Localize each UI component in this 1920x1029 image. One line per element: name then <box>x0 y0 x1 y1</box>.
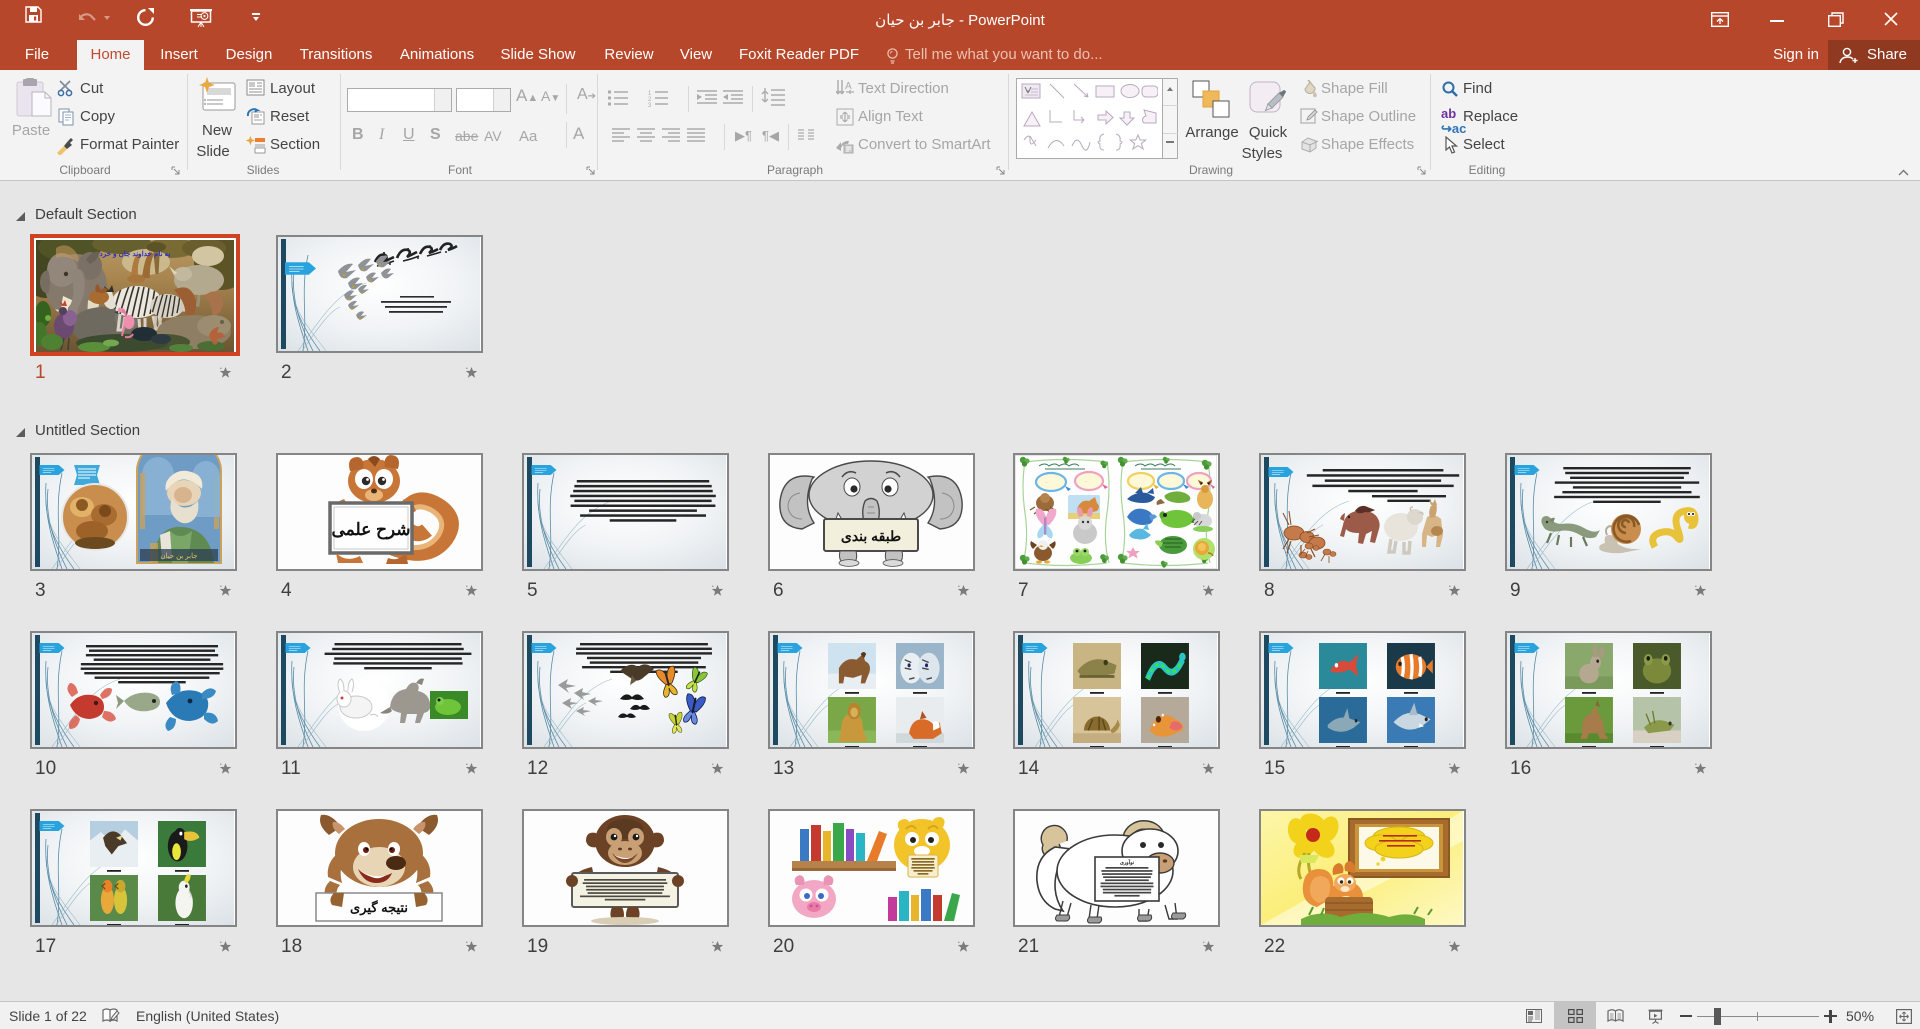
svg-text:A: A <box>845 81 852 92</box>
svg-text:...: ... <box>1085 479 1088 483</box>
svg-text:شرح علمی: شرح علمی <box>331 520 410 540</box>
svg-text:نتیجه گیری: نتیجه گیری <box>350 899 408 916</box>
svg-text:نوآوری: نوآوری <box>1120 859 1135 866</box>
svg-text:3: 3 <box>648 103 652 108</box>
svg-text:به نام خداوند جان و خرد: به نام خداوند جان و خرد <box>100 249 171 258</box>
svg-text:طبقه بندی: طبقه بندی <box>841 528 901 544</box>
svg-text:جابر بن حیان: جابر بن حیان <box>160 552 197 560</box>
svg-text:...: ... <box>1045 480 1048 484</box>
